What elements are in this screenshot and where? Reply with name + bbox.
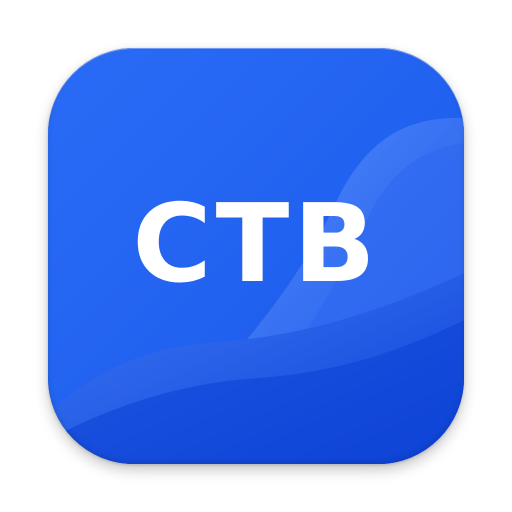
app-icon-label: CTB: [132, 182, 380, 307]
app-icon[interactable]: CTB: [48, 48, 464, 464]
canvas: CTB: [0, 0, 512, 512]
